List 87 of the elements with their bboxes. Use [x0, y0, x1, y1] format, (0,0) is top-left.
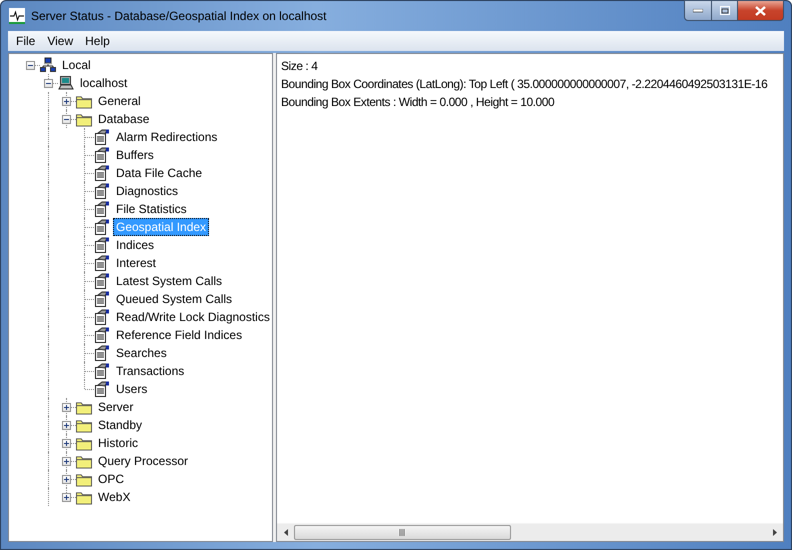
- tree-item[interactable]: Data File Cache: [113, 164, 206, 182]
- folder-icon: [76, 112, 92, 126]
- minus-icon: [63, 116, 70, 123]
- tree-item[interactable]: Transactions: [113, 362, 188, 380]
- document-icon: [94, 381, 110, 397]
- tree-item[interactable]: WebX: [95, 488, 134, 506]
- folder-icon: [76, 472, 92, 486]
- tree-item[interactable]: Historic: [95, 434, 142, 452]
- plus-icon: [63, 404, 70, 411]
- plus-icon: [63, 494, 70, 501]
- folder-icon: [76, 454, 92, 468]
- tree-item[interactable]: File Statistics: [113, 200, 190, 218]
- expand-toggle[interactable]: [62, 97, 71, 106]
- menu-item[interactable]: File: [10, 34, 42, 48]
- document-icon: [94, 255, 110, 271]
- minus-icon: [45, 80, 52, 87]
- tree-item[interactable]: Interest: [113, 254, 160, 272]
- collapse-toggle[interactable]: [44, 79, 53, 88]
- plus-icon: [63, 422, 70, 429]
- minimize-button[interactable]: [684, 0, 712, 21]
- plus-icon: [63, 440, 70, 447]
- expand-toggle[interactable]: [62, 457, 71, 466]
- collapse-toggle[interactable]: [62, 115, 71, 124]
- tree-item[interactable]: Reference Field Indices: [113, 326, 246, 344]
- expand-toggle[interactable]: [62, 493, 71, 502]
- minimize-icon: [693, 8, 703, 12]
- detail-line: Size : 4: [281, 58, 318, 75]
- folder-icon: [76, 418, 92, 432]
- tree-item[interactable]: Local: [59, 56, 94, 74]
- document-icon: [94, 147, 110, 163]
- document-icon: [94, 201, 110, 217]
- tree-item[interactable]: Server: [95, 398, 136, 416]
- document-icon: [94, 363, 110, 379]
- document-icon: [94, 237, 110, 253]
- app-icon: [9, 8, 25, 24]
- close-button[interactable]: [738, 0, 784, 21]
- folder-icon: [76, 94, 92, 108]
- document-icon: [94, 291, 110, 307]
- folder-icon: [76, 400, 92, 414]
- expand-toggle[interactable]: [62, 421, 71, 430]
- tree-item[interactable]: Standby: [95, 416, 146, 434]
- expand-toggle[interactable]: [62, 403, 71, 412]
- document-icon: [94, 129, 110, 145]
- window-title: Server Status - Database/Geospatial Index on localhost: [31, 8, 326, 22]
- folder-icon: [76, 490, 92, 504]
- document-icon: [94, 219, 110, 235]
- collapse-toggle[interactable]: [26, 61, 35, 70]
- detail-line: Bounding Box Coordinates (LatLong): Top Left ( 35.000000000000007, -2.2204460492503131E-16: [281, 76, 768, 93]
- document-icon: [94, 327, 110, 343]
- folder-icon: [76, 436, 92, 450]
- tree-item[interactable]: Searches: [113, 344, 170, 362]
- tree-item[interactable]: Queued System Calls: [113, 290, 236, 308]
- scrollbar-thumb[interactable]: [294, 525, 511, 540]
- tree-item[interactable]: OPC: [95, 470, 128, 488]
- tree-item[interactable]: localhost: [77, 74, 130, 92]
- tree-item[interactable]: Latest System Calls: [113, 272, 226, 290]
- expand-toggle[interactable]: [62, 475, 71, 484]
- plus-icon: [63, 458, 70, 465]
- tree-item[interactable]: Alarm Redirections: [113, 128, 220, 146]
- tree-item[interactable]: Indices: [113, 236, 158, 254]
- tree-item[interactable]: Read/Write Lock Diagnostics: [113, 308, 272, 326]
- detail-line: Bounding Box Extents : Width = 0.000 , Height = 10.000: [281, 94, 554, 111]
- maximize-icon: [720, 6, 730, 15]
- menu-item[interactable]: View: [41, 34, 80, 48]
- network-icon: [40, 57, 56, 73]
- document-icon: [94, 345, 110, 361]
- minus-icon: [27, 62, 34, 69]
- close-icon: [755, 6, 766, 16]
- document-icon: [94, 273, 110, 289]
- scroll-right-icon[interactable]: [772, 529, 776, 536]
- document-icon: [94, 183, 110, 199]
- menu-item[interactable]: Help: [79, 34, 116, 48]
- tree-item[interactable]: Diagnostics: [113, 182, 182, 200]
- maximize-button[interactable]: [712, 0, 738, 21]
- horizontal-scrollbar[interactable]: [277, 523, 783, 541]
- tree-item[interactable]: Database: [95, 110, 152, 128]
- document-icon: [94, 309, 110, 325]
- expand-toggle[interactable]: [62, 439, 71, 448]
- scroll-left-icon[interactable]: [284, 529, 288, 536]
- computer-icon: [58, 75, 74, 91]
- tree-item[interactable]: Buffers: [113, 146, 157, 164]
- tree-item[interactable]: Users: [113, 380, 150, 398]
- tree-item[interactable]: General: [95, 92, 144, 110]
- plus-icon: [63, 98, 70, 105]
- plus-icon: [63, 476, 70, 483]
- document-icon: [94, 165, 110, 181]
- tree-item[interactable]: Query Processor: [95, 452, 192, 470]
